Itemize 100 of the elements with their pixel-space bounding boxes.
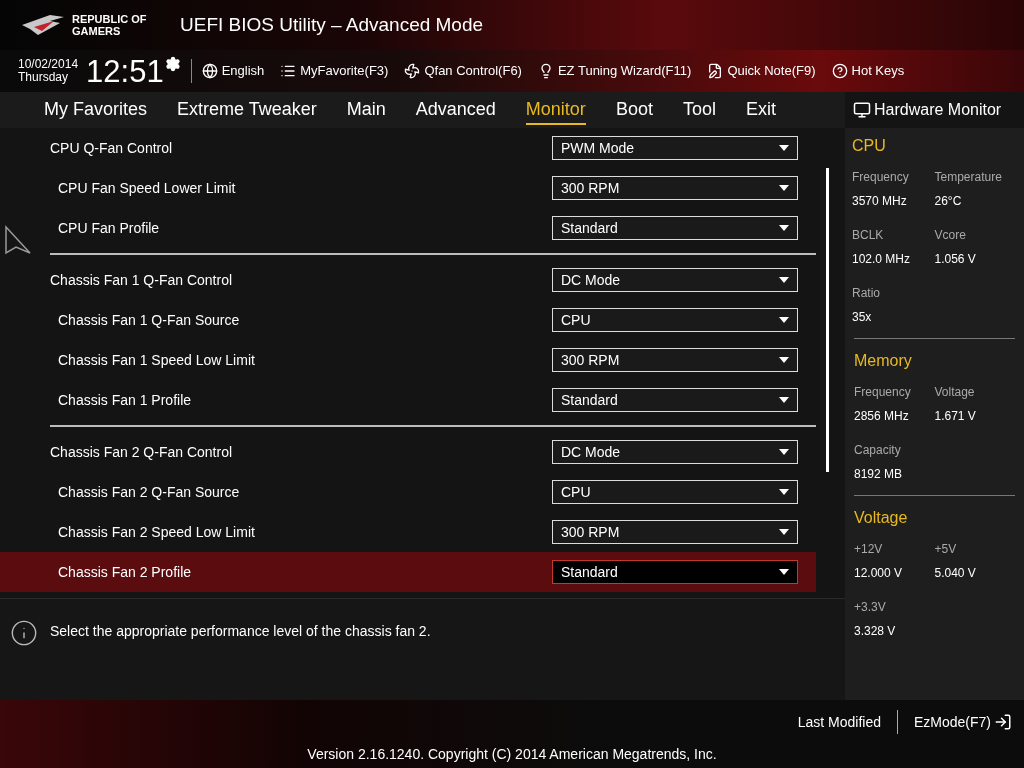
setting-label: Chassis Fan 2 Speed Low Limit: [58, 522, 256, 542]
setting-label: Chassis Fan 2 Q-Fan Control: [50, 442, 234, 462]
setting-label: CPU Fan Speed Lower Limit: [58, 178, 237, 198]
caret-icon: [779, 449, 789, 455]
caret-icon: [779, 225, 789, 231]
caret-icon: [779, 569, 789, 575]
metric-value: 26°C: [934, 193, 963, 210]
setting-row[interactable]: Chassis Fan 2 Q-Fan Source CPU: [0, 472, 816, 512]
setting-dropdown[interactable]: CPU: [552, 308, 798, 332]
metric-label: +12V: [854, 541, 884, 558]
setting-dropdown[interactable]: 300 RPM: [552, 520, 798, 544]
metric-label: Frequency: [852, 169, 910, 186]
panel-title: Hardware Monitor: [874, 100, 1002, 120]
setting-row[interactable]: CPU Fan Speed Lower Limit 300 RPM: [0, 168, 816, 208]
toolbar-button[interactable]: Qfan Control(F6): [404, 61, 522, 81]
window-title: UEFI BIOS Utility – Advanced Mode: [180, 12, 484, 37]
caret-icon: [779, 489, 789, 495]
setting-dropdown[interactable]: Standard: [552, 388, 798, 412]
setting-row[interactable]: CPU Fan Profile Standard: [0, 208, 816, 248]
version-text: Version 2.16.1240. Copyright (C) 2014 American Megatrends, Inc.: [306, 745, 718, 764]
monitor-icon: [853, 101, 871, 119]
metric-value: 3.328 V: [854, 623, 897, 640]
list-icon: [280, 63, 297, 79]
metric-label: BCLK: [852, 227, 885, 244]
setting-label: Chassis Fan 2 Profile: [58, 562, 193, 582]
metric-label: +3.3V: [854, 599, 887, 616]
tab[interactable]: Exit: [745, 95, 776, 125]
tab[interactable]: Main: [346, 95, 386, 125]
setting-label: Chassis Fan 1 Speed Low Limit: [58, 350, 256, 370]
tab[interactable]: My Favorites: [44, 95, 148, 125]
scrollbar[interactable]: [826, 168, 829, 472]
metric-value: 5.040 V: [934, 565, 977, 582]
tab[interactable]: Tool: [682, 95, 716, 125]
metric-value: 35x: [852, 309, 873, 326]
section-title: CPU: [852, 136, 887, 156]
tab[interactable]: Boot: [615, 95, 653, 125]
metric-value: 3570 MHz: [852, 193, 908, 210]
metric-label: Frequency: [854, 384, 912, 401]
ez-mode-button[interactable]: EzMode(F7): [913, 711, 1012, 733]
metric-label: Voltage: [934, 384, 976, 401]
clock-time: 12:51: [86, 55, 164, 87]
caret-icon: [779, 317, 789, 323]
metric-value: 1.671 V: [934, 408, 977, 425]
metric-label: Temperature: [934, 169, 1003, 186]
setting-label: Chassis Fan 2 Q-Fan Source: [58, 482, 241, 502]
metric-value: 102.0 MHz: [852, 251, 912, 268]
caret-icon: [779, 397, 789, 403]
setting-dropdown[interactable]: PWM Mode: [552, 136, 798, 160]
toolbar-button[interactable]: English: [201, 61, 265, 81]
setting-label: CPU Q-Fan Control: [50, 138, 174, 158]
metric-value: 1.056 V: [934, 251, 977, 268]
cursor-icon: [4, 225, 32, 255]
toolbar-button[interactable]: MyFavorite(F3): [280, 61, 389, 81]
info-icon: [10, 619, 38, 647]
help-icon: [831, 63, 848, 79]
section-title: Voltage: [854, 508, 909, 528]
tab[interactable]: Advanced: [415, 95, 496, 125]
setting-row[interactable]: Chassis Fan 2 Profile Standard: [0, 552, 816, 592]
tab[interactable]: Monitor: [525, 95, 586, 125]
setting-dropdown[interactable]: DC Mode: [552, 440, 798, 464]
day-text: Thursday: [18, 71, 70, 84]
setting-dropdown[interactable]: Standard: [552, 560, 798, 584]
setting-dropdown[interactable]: 300 RPM: [552, 176, 798, 200]
note-icon: [707, 63, 724, 79]
toolbar-button[interactable]: EZ Tuning Wizard(F11): [537, 61, 692, 81]
last-modified-button[interactable]: Last Modified: [797, 711, 881, 733]
date-text: 10/02/2014: [18, 58, 79, 71]
setting-label: CPU Fan Profile: [58, 218, 161, 238]
caret-icon: [779, 529, 789, 535]
toolbar-button[interactable]: Quick Note(F9): [707, 61, 816, 81]
fan-icon: [404, 63, 421, 79]
caret-icon: [779, 145, 789, 151]
caret-icon: [779, 277, 789, 283]
tab[interactable]: Extreme Tweaker: [177, 95, 317, 125]
setting-dropdown[interactable]: DC Mode: [552, 268, 798, 292]
metric-label: Ratio: [852, 285, 881, 302]
help-text: Select the appropriate performance level of the chassis fan 2.: [50, 622, 431, 641]
setting-dropdown[interactable]: Standard: [552, 216, 798, 240]
setting-dropdown[interactable]: CPU: [552, 480, 798, 504]
section-title: Memory: [854, 351, 913, 371]
setting-row[interactable]: Chassis Fan 1 Q-Fan Control DC Mode: [0, 260, 816, 300]
metric-value: 12.000 V: [854, 565, 904, 582]
setting-row[interactable]: Chassis Fan 2 Speed Low Limit 300 RPM: [0, 512, 816, 552]
globe-icon: [201, 63, 218, 79]
metric-label: Capacity: [854, 442, 902, 459]
settings-icon[interactable]: [164, 56, 181, 72]
toolbar-button[interactable]: Hot Keys: [831, 61, 905, 81]
setting-row[interactable]: Chassis Fan 1 Speed Low Limit 300 RPM: [0, 340, 816, 380]
caret-icon: [779, 185, 789, 191]
setting-row[interactable]: CPU Q-Fan Control PWM Mode: [0, 128, 816, 168]
setting-label: Chassis Fan 1 Q-Fan Control: [50, 270, 234, 290]
setting-row[interactable]: Chassis Fan 2 Q-Fan Control DC Mode: [0, 432, 816, 472]
metric-label: +5V: [934, 541, 958, 558]
setting-label: Chassis Fan 1 Profile: [58, 390, 193, 410]
exit-icon: [994, 713, 1012, 731]
metric-value: 2856 MHz: [854, 408, 910, 425]
setting-row[interactable]: Chassis Fan 1 Profile Standard: [0, 380, 816, 420]
caret-icon: [779, 357, 789, 363]
setting-row[interactable]: Chassis Fan 1 Q-Fan Source CPU: [0, 300, 816, 340]
setting-dropdown[interactable]: 300 RPM: [552, 348, 798, 372]
